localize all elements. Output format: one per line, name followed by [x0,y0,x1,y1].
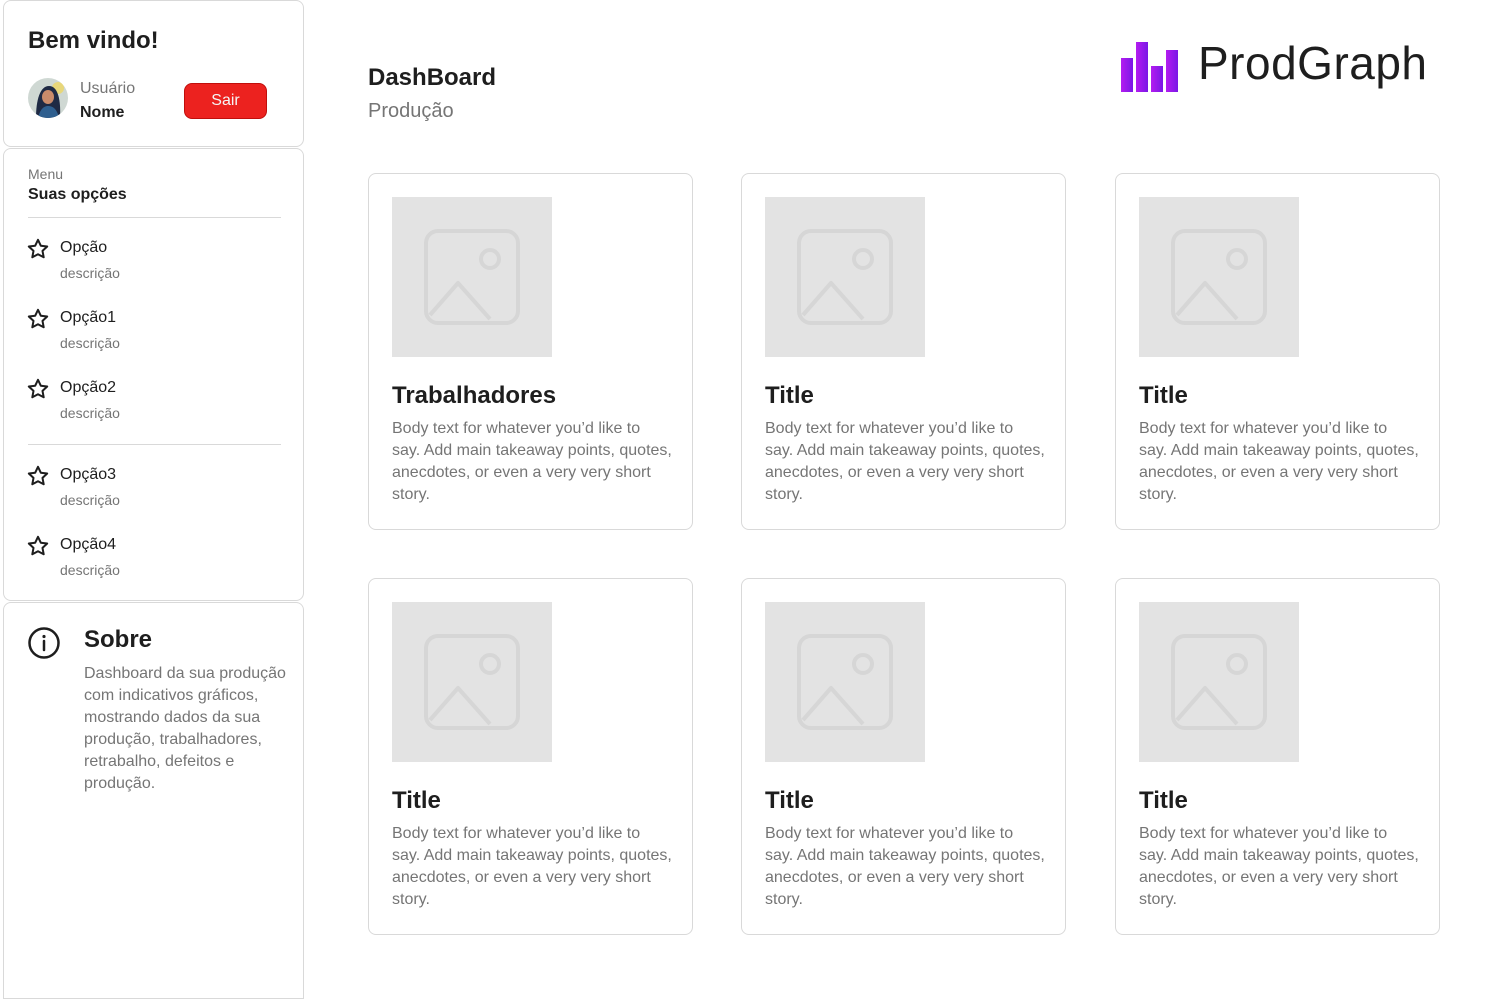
card-body: Body text for whatever you’d like to say… [392,420,672,503]
menu-item-description: descrição [60,562,120,578]
menu-divider [28,217,281,218]
image-icon [1171,229,1267,325]
card-trabalhadores[interactable]: Trabalhadores Body text for whatever you… [368,173,693,530]
card-title: Title [392,787,441,814]
card[interactable]: Title Body text for whatever you’d like … [368,578,693,935]
menu-item-label: Opção4 [60,536,117,553]
menu-heading: Suas opções [28,186,127,203]
star-icon [27,378,49,399]
card-title: Title [765,787,814,814]
menu-divider [28,444,281,445]
menu-panel: Menu Suas opções Opção descrição Opção1 … [3,148,304,601]
image-placeholder [392,602,552,762]
menu-item-opcao4[interactable]: Opção4 descrição [26,534,286,586]
bar-chart-logo-icon [1121,42,1178,92]
image-placeholder [765,197,925,357]
image-icon [797,229,893,325]
menu-item-opcao3[interactable]: Opção3 descrição [26,464,286,516]
star-icon [27,308,49,329]
card-body: Body text for whatever you’d like to say… [1139,420,1419,503]
card[interactable]: Title Body text for whatever you’d like … [741,173,1066,530]
image-placeholder [392,197,552,357]
image-icon [424,634,520,730]
menu-eyebrow: Menu [28,166,64,182]
user-label: Usuário [80,80,136,97]
card-title: Title [765,382,814,409]
user-name: Nome [80,104,125,121]
image-icon [1171,634,1267,730]
image-placeholder [1139,197,1299,357]
menu-item-description: descrição [60,405,120,421]
card-body: Body text for whatever you’d like to say… [765,825,1045,908]
menu-item-label: Opção [60,239,108,256]
menu-item-description: descrição [60,492,120,508]
page-title: DashBoard [368,64,497,91]
menu-item-description: descrição [60,335,120,351]
logo: ProdGraph [1119,37,1429,100]
menu-item-opcao[interactable]: Opção descrição [26,237,286,289]
menu-item-label: Opção1 [60,309,117,326]
about-panel: Sobre Dashboard da sua produção com indi… [3,602,304,999]
page-subtitle: Produção [368,100,454,122]
menu-item-label: Opção2 [60,379,117,396]
card-title: Title [1139,382,1188,409]
avatar [28,78,68,118]
menu-item-label: Opção3 [60,466,117,483]
card[interactable]: Title Body text for whatever you’d like … [1115,173,1440,530]
star-icon [27,465,49,486]
card-title: Title [1139,787,1188,814]
card-body: Body text for whatever you’d like to say… [765,420,1045,503]
image-placeholder [765,602,925,762]
image-icon [797,634,893,730]
star-icon [27,535,49,556]
menu-item-opcao1[interactable]: Opção1 descrição [26,307,286,359]
card-body: Body text for whatever you’d like to say… [1139,825,1419,908]
logout-button[interactable]: Sair [184,83,267,119]
welcome-panel: Bem vindo! Usuário Nome Sair [3,0,304,147]
menu-item-description: descrição [60,265,120,281]
card-title: Trabalhadores [392,382,557,409]
menu-item-opcao2[interactable]: Opção2 descrição [26,377,286,429]
card[interactable]: Title Body text for whatever you’d like … [741,578,1066,935]
image-placeholder [1139,602,1299,762]
star-icon [27,238,49,259]
card-body: Body text for whatever you’d like to say… [392,825,672,908]
card[interactable]: Title Body text for whatever you’d like … [1115,578,1440,935]
info-icon [28,627,60,659]
image-icon [424,229,520,325]
logo-text: ProdGraph [1198,37,1428,89]
about-title: Sobre [84,626,153,653]
welcome-title: Bem vindo! [28,27,159,54]
about-text: Dashboard da sua produção com indicativo… [84,665,286,792]
